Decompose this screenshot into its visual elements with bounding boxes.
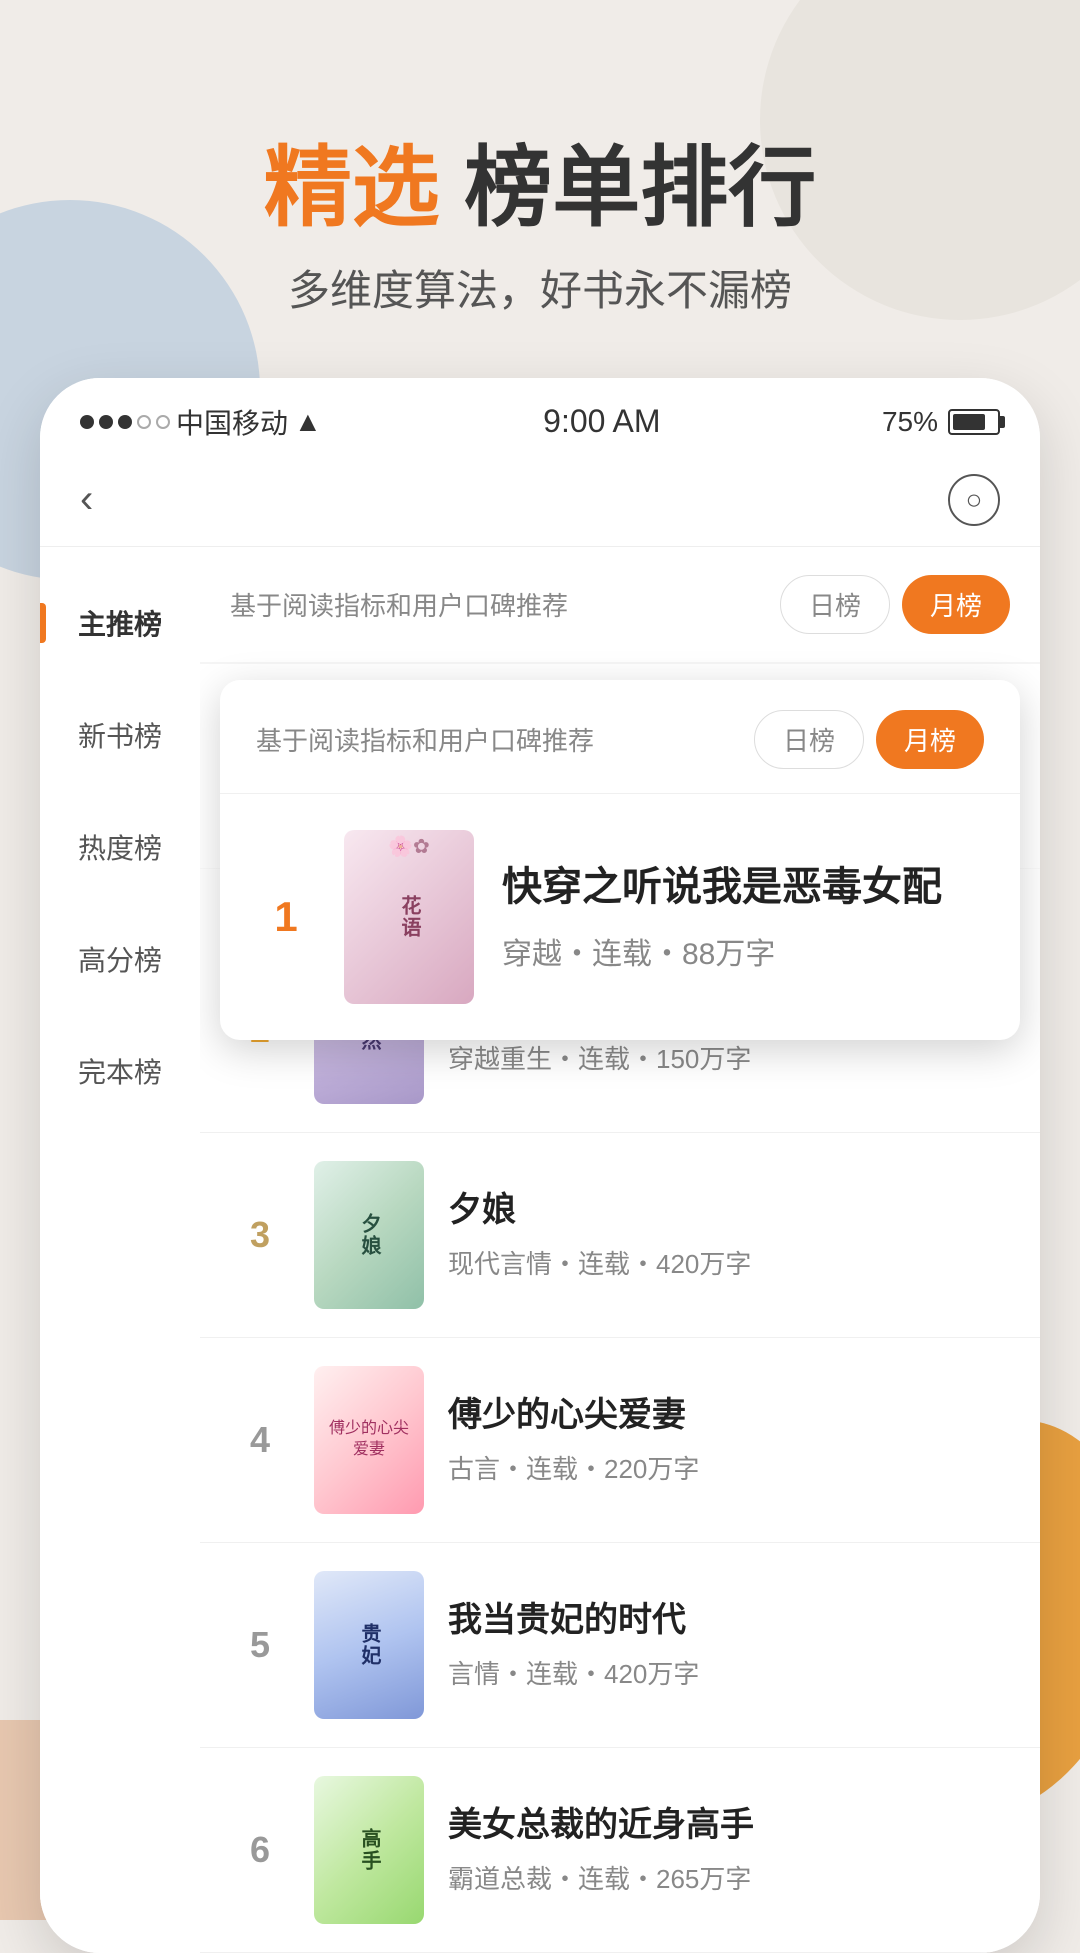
rank-number-3: 3 <box>230 1214 290 1256</box>
book-list: 1 🌸 花 快穿之听说我是恶毒女配 穿越・连载・88万字 <box>200 664 1040 1953</box>
sidebar-item-label: 高分榜 <box>78 945 162 976</box>
floating-filter-text: 基于阅读指标和用户口碑推荐 <box>256 721 594 758</box>
title-orange: 精选 <box>264 138 440 237</box>
filter-buttons: 日榜 月榜 <box>780 575 1010 634</box>
status-right: 75% <box>882 406 1000 438</box>
filter-description: 基于阅读指标和用户口碑推荐 <box>230 586 568 623</box>
back-button[interactable]: ‹ <box>80 477 93 522</box>
signal-icon <box>80 415 170 429</box>
sidebar-item-label: 热度榜 <box>78 833 162 864</box>
sidebar-item-main-rank[interactable]: 主推榜 <box>40 567 200 679</box>
carrier-label: 中国移动 <box>176 402 288 442</box>
month-filter-button[interactable]: 月榜 <box>902 575 1010 634</box>
status-bar: 中国移动 ▲ 9:00 AM 75% <box>40 378 1040 458</box>
floating-book-title-1: 快穿之听说我是恶毒女配 <box>502 861 984 913</box>
main-content: 基于阅读指标和用户口碑推荐 日榜 月榜 1 🌸 花 <box>200 547 1040 1953</box>
sidebar-item-new-books[interactable]: 新书榜 <box>40 679 200 791</box>
book-cover-6: 高手 <box>314 1776 424 1924</box>
sidebar-item-label: 完本榜 <box>78 1057 162 1088</box>
sidebar-item-label: 新书榜 <box>78 721 162 752</box>
book-title-3: 夕娘 <box>448 1188 1010 1232</box>
book-info-6: 美女总裁的近身高手 霸道总裁・连载・265万字 <box>448 1803 1010 1896</box>
book-info-4: 傅少的心尖爱妻 古言・连载・220万字 <box>448 1393 1010 1486</box>
floating-book-info-1: 快穿之听说我是恶毒女配 穿越・连载・88万字 <box>502 861 984 973</box>
rank-number-5: 5 <box>230 1624 290 1666</box>
rank-item-5[interactable]: 5 贵妃 我当贵妃的时代 言情・连载・420万字 <box>200 1543 1040 1748</box>
title-dark: 榜单排行 <box>440 138 816 237</box>
book-title-6: 美女总裁的近身高手 <box>448 1803 1010 1847</box>
book-meta-3: 现代言情・连载・420万字 <box>448 1244 1010 1281</box>
floating-rank-number-1: 1 <box>256 893 316 941</box>
floating-rank-item-1[interactable]: 1 🌸✿ 花语 快穿之听说我是恶毒女配 穿越・连载・88万字 <box>220 794 1020 1040</box>
rank-item-6[interactable]: 6 高手 美女总裁的近身高手 霸道总裁・连载・265万字 <box>200 1748 1040 1953</box>
battery-percent: 75% <box>882 406 938 438</box>
book-cover-3: 夕娘 <box>314 1161 424 1309</box>
sidebar-item-label: 主推榜 <box>78 609 162 640</box>
floating-month-btn[interactable]: 月榜 <box>876 710 984 769</box>
book-cover-4: 傅少的心尖爱妻 <box>314 1366 424 1514</box>
filter-bar: 基于阅读指标和用户口碑推荐 日榜 月榜 <box>200 547 1040 662</box>
book-title-5: 我当贵妃的时代 <box>448 1598 1010 1642</box>
nav-bar: ‹ ○ <box>40 458 1040 547</box>
book-cover-5: 贵妃 <box>314 1571 424 1719</box>
book-info-5: 我当贵妃的时代 言情・连载・420万字 <box>448 1598 1010 1691</box>
search-icon: ○ <box>966 484 983 516</box>
book-meta-2: 穿越重生・连载・150万字 <box>448 1039 1010 1076</box>
sidebar-item-hot[interactable]: 热度榜 <box>40 791 200 903</box>
floating-filter-bar: 基于阅读指标和用户口碑推荐 日榜 月榜 <box>220 680 1020 794</box>
content-area: 主推榜 新书榜 热度榜 高分榜 完本榜 基于阅读指标和用户口碑推荐 日榜 <box>40 547 1040 1953</box>
rank-number-6: 6 <box>230 1829 290 1871</box>
rank-item-3[interactable]: 3 夕娘 夕娘 现代言情・连载・420万字 <box>200 1133 1040 1338</box>
status-left: 中国移动 ▲ <box>80 402 322 442</box>
day-filter-button[interactable]: 日榜 <box>780 575 890 634</box>
floating-filter-buttons: 日榜 月榜 <box>754 710 984 769</box>
book-meta-4: 古言・连载・220万字 <box>448 1449 1010 1486</box>
book-info-3: 夕娘 现代言情・连载・420万字 <box>448 1188 1010 1281</box>
floating-book-cover-1: 🌸✿ 花语 <box>344 830 474 1004</box>
page-title: 精选 榜单排行 <box>0 140 1080 237</box>
status-time: 9:00 AM <box>543 403 660 440</box>
wifi-icon: ▲ <box>294 406 322 438</box>
featured-rank-container: 1 🌸 花 快穿之听说我是恶毒女配 穿越・连载・88万字 <box>200 664 1040 924</box>
sidebar-item-high-score[interactable]: 高分榜 <box>40 903 200 1015</box>
book-title-4: 傅少的心尖爱妻 <box>448 1393 1010 1437</box>
battery-icon <box>948 409 1000 435</box>
floating-book-meta-1: 穿越・连载・88万字 <box>502 929 984 973</box>
phone-card: 中国移动 ▲ 9:00 AM 75% ‹ ○ 主推榜 新书榜 热度榜 <box>40 378 1040 1953</box>
rank-item-4[interactable]: 4 傅少的心尖爱妻 傅少的心尖爱妻 古言・连载・220万字 <box>200 1338 1040 1543</box>
search-button[interactable]: ○ <box>948 474 1000 526</box>
floating-featured-card[interactable]: 基于阅读指标和用户口碑推荐 日榜 月榜 1 🌸✿ 花语 <box>220 680 1020 1040</box>
page-subtitle: 多维度算法，好书永不漏榜 <box>0 257 1080 318</box>
header-section: 精选 榜单排行 多维度算法，好书永不漏榜 <box>0 0 1080 378</box>
sidebar-item-complete[interactable]: 完本榜 <box>40 1015 200 1127</box>
book-meta-6: 霸道总裁・连载・265万字 <box>448 1859 1010 1896</box>
book-meta-5: 言情・连载・420万字 <box>448 1654 1010 1691</box>
rank-number-4: 4 <box>230 1419 290 1461</box>
sidebar: 主推榜 新书榜 热度榜 高分榜 完本榜 <box>40 547 200 1953</box>
floating-day-btn[interactable]: 日榜 <box>754 710 864 769</box>
